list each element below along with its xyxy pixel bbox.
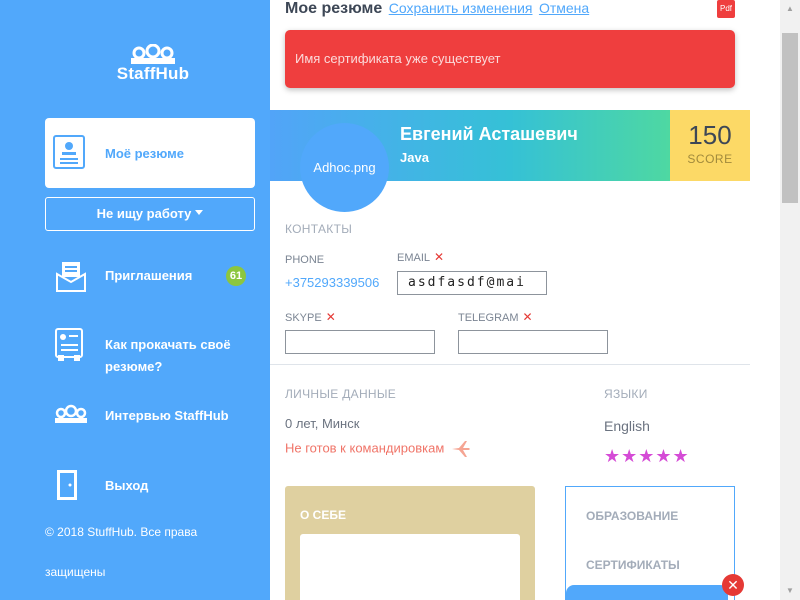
scroll-up-icon[interactable]: ▲ xyxy=(780,0,800,18)
brand-name: StaffHub xyxy=(116,64,190,83)
score-value: 150 xyxy=(688,120,732,150)
score-label: SCORE xyxy=(687,152,733,166)
boost-resume-icon xyxy=(55,328,83,361)
score-box: 150 SCORE xyxy=(670,110,750,181)
phone-label-text: PHONE xyxy=(285,254,325,266)
section-divider xyxy=(270,364,750,365)
job-status-dropdown[interactable]: Не ищу работу xyxy=(45,197,255,231)
phone-label: PHONE xyxy=(285,254,324,266)
avatar[interactable]: Adhoc.png xyxy=(300,123,389,212)
language-name: English xyxy=(604,418,650,434)
email-field[interactable]: asdfasdf@mai xyxy=(397,271,547,295)
personal-data-title: ЛИЧНЫЕ ДАННЫЕ xyxy=(285,387,397,401)
resume-icon xyxy=(53,135,85,169)
travel-status-text: Не готов к командировкам xyxy=(285,440,445,456)
sidebar-item-label: Как прокачать своё резюме? xyxy=(105,337,231,374)
sidebar-item-my-resume[interactable]: Моё резюме xyxy=(45,118,255,188)
pdf-icon[interactable]: Pdf xyxy=(717,0,735,18)
user-specialty: Java xyxy=(400,150,429,165)
skype-field[interactable] xyxy=(285,330,435,354)
remove-skype-icon[interactable]: ✕ xyxy=(326,310,336,324)
telegram-label: TELEGRAM ✕ xyxy=(458,310,533,324)
skype-label-text: SKYPE xyxy=(285,312,322,324)
scrollbar-thumb[interactable] xyxy=(782,33,798,203)
sections-menu: ОБРАЗОВАНИЕ СЕРТИФИКАТЫ xyxy=(565,486,735,600)
staffhub-logo-icon xyxy=(131,44,175,64)
cancel-link[interactable]: Отмена xyxy=(539,0,589,16)
interview-icon xyxy=(55,404,87,423)
skype-label: SKYPE ✕ xyxy=(285,310,336,324)
airplane-icon xyxy=(451,441,470,457)
about-card: О СЕБЕ xyxy=(285,486,535,600)
telegram-field[interactable] xyxy=(458,330,608,354)
languages-title: ЯЗЫКИ xyxy=(604,387,648,401)
job-status-label: Не ищу работу xyxy=(96,206,192,221)
sidebar-item-boost-resume[interactable]: Как прокачать своё резюме? xyxy=(55,328,255,378)
menu-item-certificates[interactable]: СЕРТИФИКАТЫ xyxy=(586,558,680,572)
language-rating-stars: ★★★★★ xyxy=(604,446,690,466)
sidebar-item-label: Приглашения xyxy=(105,268,193,283)
travel-status: Не готов к командировкам xyxy=(285,440,471,458)
page-title: Мое резюме xyxy=(285,0,383,17)
scroll-down-icon[interactable]: ▼ xyxy=(780,582,800,600)
about-title: О СЕБЕ xyxy=(300,508,346,522)
logo[interactable]: StaffHub xyxy=(113,44,193,84)
sidebar-item-label: Выход xyxy=(105,478,149,493)
scrollbar[interactable]: ▲ ▼ xyxy=(780,0,800,600)
save-changes-link[interactable]: Сохранить изменения xyxy=(389,0,533,16)
copyright-text: © 2018 StuffHub. Все права защищены xyxy=(45,525,198,579)
user-name: Евгений Асташевич xyxy=(400,124,578,144)
page-header: Мое резюме Сохранить изменения Отмена xyxy=(285,0,589,22)
sidebar-item-label: Интервью StaffHub xyxy=(105,408,229,423)
about-textarea[interactable] xyxy=(300,534,520,600)
sidebar-item-exit[interactable]: Выход xyxy=(55,469,255,501)
error-alert: Имя сертификата уже существует xyxy=(285,30,735,88)
email-label-text: EMAIL xyxy=(397,252,431,264)
close-icon[interactable]: ✕ xyxy=(722,574,744,596)
contacts-title: КОНТАКТЫ xyxy=(285,222,353,236)
invitations-count-badge: 61 xyxy=(226,266,246,286)
sidebar-item-label: Моё резюме xyxy=(105,146,185,161)
menu-item-active[interactable] xyxy=(566,585,728,600)
invitations-icon xyxy=(56,262,86,292)
remove-email-icon[interactable]: ✕ xyxy=(434,250,444,264)
phone-value[interactable]: +375293339506 xyxy=(285,275,379,290)
email-label: EMAIL ✕ xyxy=(397,250,444,264)
remove-telegram-icon[interactable]: ✕ xyxy=(523,310,533,324)
chevron-down-icon xyxy=(195,210,204,216)
age-city: 0 лет, Минск xyxy=(285,416,360,431)
main-content: Мое резюме Сохранить изменения Отмена Pd… xyxy=(270,0,780,600)
exit-door-icon xyxy=(57,470,77,500)
sidebar-item-invitations[interactable]: Приглашения 61 xyxy=(55,260,255,292)
menu-item-education[interactable]: ОБРАЗОВАНИЕ xyxy=(586,509,678,523)
telegram-label-text: TELEGRAM xyxy=(458,312,519,324)
sidebar-item-interview[interactable]: Интервью StaffHub xyxy=(55,404,255,430)
sidebar: StaffHub Моё резюме Не ищу работу Пригла… xyxy=(0,0,270,600)
